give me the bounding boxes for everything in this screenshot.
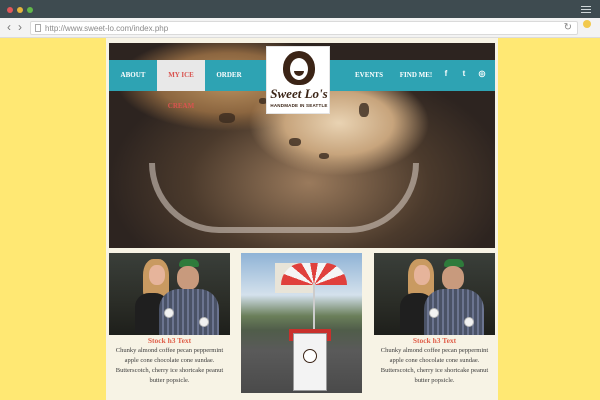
address-bar[interactable]: http://www.sweet-lo.com/index.php ↻ [30,21,578,35]
maximize-window-button[interactable] [27,7,33,13]
chocolate-chunk [219,113,235,123]
menu-icon[interactable] [581,6,591,13]
facebook-icon[interactable]: f [441,69,451,79]
page-content: ABOUT MY ICE CREAM ORDER EVENTS FIND ME!… [106,38,498,400]
page-icon [35,24,41,32]
ice-cream-cup [464,317,474,327]
instagram-icon[interactable]: ◎ [477,69,487,79]
nav-order[interactable]: ORDER [213,60,245,91]
nav-about[interactable]: ABOUT [117,60,149,91]
reload-icon[interactable]: ↻ [564,22,572,34]
feature-photo-right [374,253,495,335]
logo-tagline: HANDMADE IN SEATTLE [270,103,328,108]
chevron-right-icon[interactable]: › [18,21,22,33]
logo-face [289,57,309,81]
chocolate-chunk [289,138,301,146]
person-face [149,265,165,285]
cart-logo [303,349,317,363]
person-face [414,265,430,285]
logo[interactable]: Sweet Lo's HANDMADE IN SEATTLE [266,46,330,114]
chevron-left-icon[interactable]: ‹ [7,21,11,33]
logo-brand: Sweet Lo's [270,86,328,101]
hero-image: ABOUT MY ICE CREAM ORDER EVENTS FIND ME!… [109,43,495,248]
feature-title-left: Stock h3 Text [147,336,192,345]
minimize-window-button[interactable] [17,7,23,13]
twitter-icon[interactable]: t [459,69,469,79]
browser-titlebar [0,0,600,18]
feature-title-right: Stock h3 Text [412,336,457,345]
bookmark-icon[interactable] [583,20,591,28]
feature-photo-left [109,253,230,335]
chocolate-chunk [359,103,369,117]
ice-cream-cup [164,308,174,318]
umbrella [281,263,347,285]
nav-my-ice-cream[interactable]: MY ICE CREAM [157,60,205,110]
feature-text-right: Chunky almond coffee pecan peppermint ap… [380,347,489,384]
person-face [177,266,199,290]
url-text[interactable]: http://www.sweet-lo.com/index.php [45,23,168,34]
feature-text-left: Chunky almond coffee pecan peppermint ap… [115,347,224,384]
close-window-button[interactable] [7,7,13,13]
person-face [442,266,464,290]
nav-find-me[interactable]: FIND ME! [399,60,433,91]
browser-toolbar: ‹ › http://www.sweet-lo.com/index.php ↻ [0,18,600,38]
chocolate-chunk [319,153,329,159]
ice-cream-cup [199,317,209,327]
spoon [149,163,419,233]
ice-cream-cup [429,308,439,318]
feature-photo-center [241,253,362,393]
nav-events[interactable]: EVENTS [353,60,385,91]
